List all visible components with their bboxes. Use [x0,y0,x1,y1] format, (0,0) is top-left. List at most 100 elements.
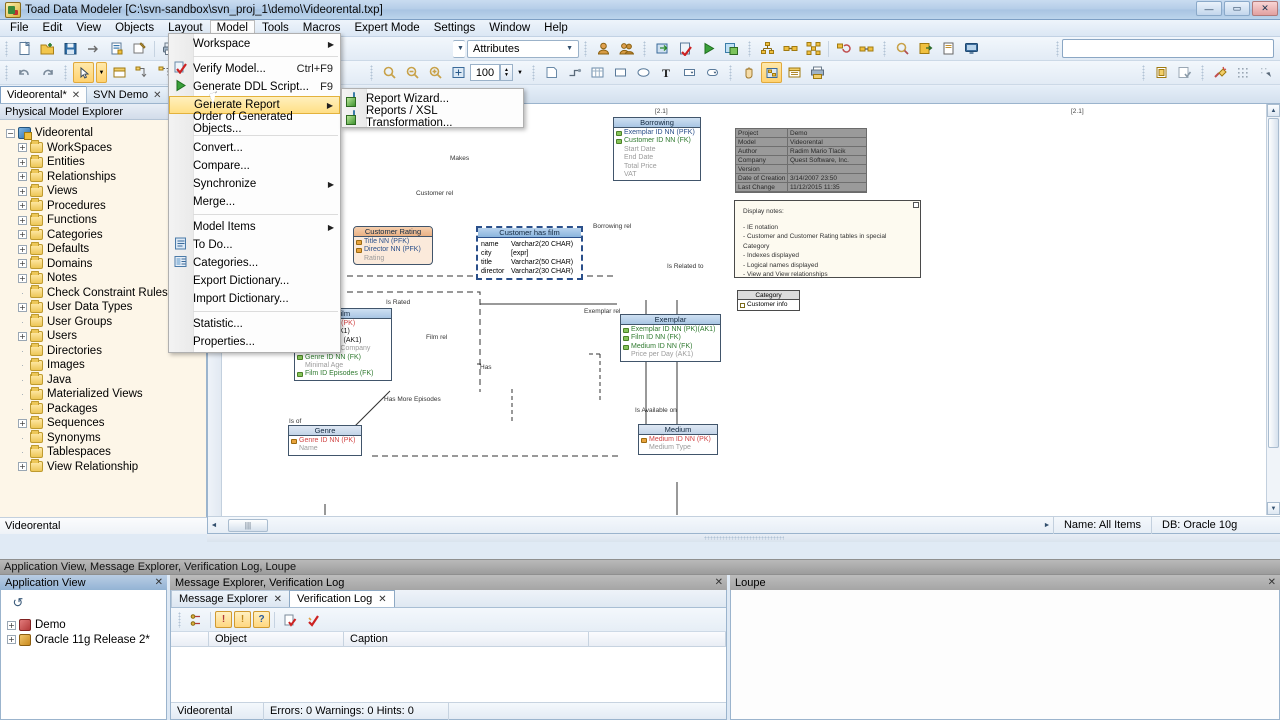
menu-item-statistic[interactable]: Statistic... [169,315,340,333]
expand-icon[interactable]: + [18,230,27,240]
menu-expert-mode[interactable]: Expert Mode [348,20,427,37]
new-entity-icon[interactable] [109,62,130,83]
toolbar-grip-icon-3[interactable] [643,40,646,57]
workspace-view-icon[interactable] [761,62,782,83]
resize-handle[interactable] [913,202,919,208]
search-input[interactable] [1062,39,1274,58]
close-icon[interactable]: ✕ [72,90,80,101]
application-view-tree[interactable]: + Demo + Oracle 11g Release 2* [1,612,166,647]
grid-toggle-icon[interactable] [1233,62,1254,83]
entity-exemplar[interactable]: Exemplar Exemplar ID NN (PK)(AK1) Film ID… [620,314,721,362]
app-tree-item-oracle[interactable]: + Oracle 11g Release 2* [7,633,166,648]
model-menu-dropdown[interactable]: Workspace ▶ Verify Model... Ctrl+F9 Generate… [168,33,341,353]
script-icon[interactable] [938,38,959,59]
close-icon[interactable]: ✕ [1268,577,1276,588]
menu-edit[interactable]: Edit [36,20,70,37]
zoom-dropdown-icon[interactable]: ▼ [514,62,526,83]
entity-borrowing[interactable]: Borrowing Exemplar ID NN (PFK) Customer I… [613,117,701,182]
model-compare-icon[interactable] [856,38,877,59]
zoom-value-input[interactable]: 100 [470,64,500,81]
zoom-group-grip-icon[interactable] [370,64,373,81]
save-model-icon[interactable] [60,38,81,59]
tab-verification-log[interactable]: Verification Log ✕ [289,590,395,607]
tree-item-images[interactable]: · Images [6,357,206,373]
new-note-icon[interactable] [541,62,562,83]
entity-customer-rating[interactable]: Customer Rating Title NN (PFK) Director N… [353,226,433,266]
menu-settings[interactable]: Settings [427,20,483,37]
effects-group-grip-icon[interactable] [1201,64,1204,81]
menu-item-export-dictionary[interactable]: Export Dictionary... [169,272,340,290]
canvas-horizontal-scrollbar[interactable]: ◄ ||| ► Name: All Items DB: Oracle 10g [208,516,1280,534]
new-combobox-icon[interactable] [679,62,700,83]
menu-objects[interactable]: Objects [108,20,161,37]
zoom-in-icon[interactable] [425,62,446,83]
combo-left-arrow[interactable]: ▼ [453,39,465,58]
zoom-icon[interactable] [379,62,400,83]
highlight-icon[interactable] [1210,62,1231,83]
select-tool-dropdown-icon[interactable]: ▼ [96,62,107,83]
save-all-icon[interactable] [83,38,104,59]
relations-icon[interactable] [780,38,801,59]
document-tab-videorental[interactable]: Videorental* ✕ [0,86,88,103]
menu-item-categories[interactable]: Categories... [169,254,340,272]
toolbar-grip-icon-4[interactable] [748,40,751,57]
horizontal-splitter[interactable] [207,534,1280,542]
menu-item-workspace[interactable]: Workspace ▶ [169,35,340,53]
print-layout-icon[interactable] [807,62,828,83]
zoom-spinner[interactable]: ▲ ▼ [500,64,513,81]
document-tab-svn-demo[interactable]: SVN Demo ✕ [86,86,169,103]
expand-icon[interactable]: + [18,157,27,167]
menu-item-compare[interactable]: Compare... [169,157,340,175]
category-box[interactable]: Category Customer info [737,290,800,311]
show-warnings-toggle[interactable]: ! [234,611,251,628]
display-notes-box[interactable]: Display notes: - IE notation - Customer a… [734,200,921,278]
toolbar-grip-icon-2[interactable] [584,40,587,57]
generate-report-submenu[interactable]: Report Wizard... Reports / XSL Transforma… [341,88,524,129]
column-caption[interactable]: Caption [344,632,589,646]
expand-icon[interactable]: + [18,186,27,196]
scroll-down-icon[interactable]: ▼ [1267,502,1280,515]
open-model-icon[interactable] [37,38,58,59]
expand-icon[interactable]: + [18,259,27,269]
generate-report-icon[interactable] [721,38,742,59]
tree-item-java[interactable]: · Java [6,372,206,388]
new-ellipse-icon[interactable] [633,62,654,83]
search-toolbar-grip-icon[interactable] [1056,40,1059,57]
close-icon[interactable]: ✕ [153,90,161,101]
export-object-icon[interactable] [915,38,936,59]
expand-icon[interactable]: + [18,172,27,182]
grid-arrange-icon[interactable] [803,38,824,59]
model-wizard-icon[interactable] [129,38,150,59]
tree-item-tablespaces[interactable]: · Tablespaces [6,444,206,460]
pan-hand-icon[interactable] [738,62,759,83]
find-object-icon[interactable] [892,38,913,59]
loupe-body[interactable] [730,590,1280,720]
menu-help[interactable]: Help [537,20,575,37]
entity-medium[interactable]: Medium Medium ID NN (PK) Medium Type [638,424,718,455]
filter-tree-icon[interactable] [185,609,206,630]
new-text-icon[interactable]: T [656,62,677,83]
apply-layout-icon[interactable] [1174,62,1195,83]
expand-icon[interactable]: + [18,273,27,283]
user-icon[interactable] [593,38,614,59]
redo-icon[interactable] [37,62,58,83]
tree-item-synonyms[interactable]: · Synonyms [6,430,206,446]
expand-icon[interactable]: + [7,620,16,630]
view-group-grip-icon[interactable] [729,64,732,81]
scroll-up-icon[interactable]: ▲ [1267,104,1280,117]
new-line-icon[interactable] [564,62,585,83]
horizontal-scroll-thumb[interactable]: ||| [228,518,268,532]
tree-item-materialized-views[interactable]: · Materialized Views [6,386,206,402]
new-model-icon[interactable] [14,38,35,59]
menu-view[interactable]: View [69,20,108,37]
align-group-grip-icon[interactable] [1142,64,1145,81]
canvas-vertical-scrollbar[interactable]: ▲ ▼ [1266,104,1280,515]
tab-message-explorer[interactable]: Message Explorer ✕ [171,590,291,607]
select-tool-icon[interactable] [73,62,94,83]
toolbar2-grip-icon-2[interactable] [64,64,67,81]
expand-icon[interactable]: + [7,635,16,645]
close-button[interactable]: ✕ [1252,1,1278,16]
zoom-fit-icon[interactable] [448,62,469,83]
menu-item-synchronize[interactable]: Synchronize ▶ [169,175,340,193]
zoom-out-icon[interactable] [402,62,423,83]
